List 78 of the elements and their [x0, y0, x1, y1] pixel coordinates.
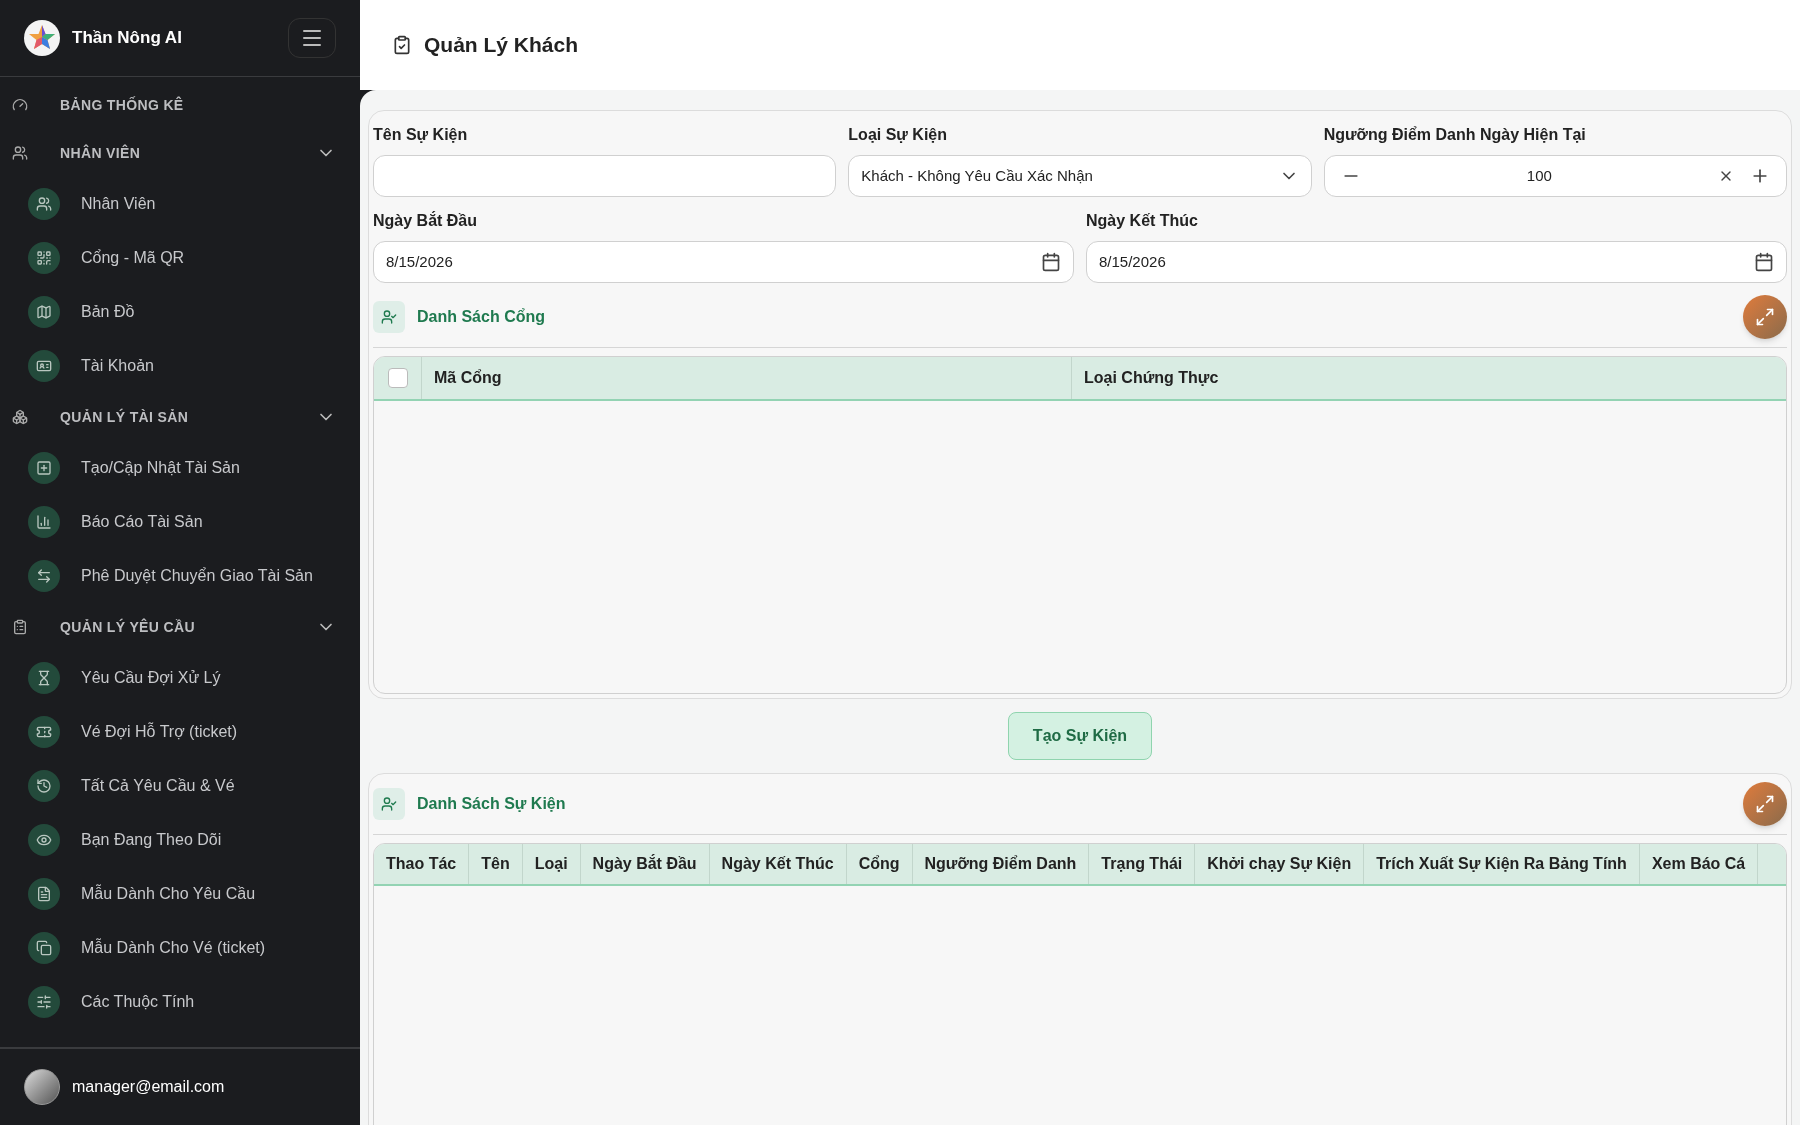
panel-title: Danh Sách Sự Kiện: [417, 794, 566, 814]
panel-title: Danh Sách Cổng: [417, 307, 545, 327]
page-title: Quản Lý Khách: [424, 32, 579, 59]
calendar-icon: [1041, 252, 1061, 272]
user-email: manager@email.com: [72, 1077, 225, 1097]
menu-item[interactable]: Bạn Đang Theo Dõi: [0, 813, 360, 867]
user-avatar: [24, 1069, 60, 1105]
column-header: Ngày Bắt Đầu: [580, 844, 710, 884]
section-header[interactable]: QUẢN LÝ TÀI SẢN: [0, 393, 360, 441]
history-icon: [28, 770, 60, 802]
field-label: Loại Sự Kiện: [848, 125, 949, 145]
column-header: Tên: [469, 844, 523, 884]
menu-item[interactable]: Nhân Viên: [0, 177, 360, 231]
expand-icon: [1755, 794, 1775, 814]
column-header: Trích Xuất Sự Kiện Ra Bảng Tính: [1364, 844, 1640, 884]
plus-square-icon: [28, 452, 60, 484]
section-header[interactable]: NHÂN VIÊN: [0, 129, 360, 177]
field-label: Ngưỡng Điểm Danh Ngày Hiện Tại: [1323, 125, 1587, 145]
event-name-field[interactable]: [373, 155, 837, 197]
clipboard-icon: [392, 35, 412, 55]
bar-chart-icon: [28, 506, 60, 538]
copy-icon: [28, 932, 60, 964]
expand-button[interactable]: [1743, 295, 1787, 339]
expand-icon: [1755, 307, 1775, 327]
gauge-icon: [12, 97, 28, 113]
person-check-icon: [373, 788, 405, 820]
menu-button[interactable]: [288, 18, 336, 58]
people-icon: [28, 188, 60, 220]
menu-item[interactable]: Vé Đợi Hỗ Trợ (ticket): [0, 705, 360, 759]
menu-item[interactable]: Các Thuộc Tính: [0, 975, 360, 1029]
column-header: Mã Cổng: [422, 357, 1072, 399]
column-header: Trạng Thái: [1089, 844, 1196, 884]
menu-item[interactable]: Tạo/Cập Nhật Tài Sản: [0, 441, 360, 495]
field-label: Ngày Kết Thúc: [1086, 211, 1199, 231]
date-field[interactable]: 8/15/2026: [373, 241, 1074, 283]
menu-item[interactable]: Yêu Cầu Đợi Xử Lý: [0, 651, 360, 705]
map-icon: [28, 296, 60, 328]
column-header: Ngưỡng Điểm Danh: [912, 844, 1090, 884]
expand-button[interactable]: [1743, 782, 1787, 826]
logo-icon: [24, 20, 60, 56]
people-icon: [12, 145, 28, 161]
column-header: Xem Báo Cá: [1639, 844, 1759, 884]
qr-code-icon: [28, 242, 60, 274]
date-field[interactable]: 8/15/2026: [1086, 241, 1787, 283]
menu-item[interactable]: BẢNG THỐNG KÊ: [0, 81, 360, 129]
ticket-icon: [28, 716, 60, 748]
menu-item[interactable]: Tài Khoản: [0, 339, 360, 393]
field-label: Tên Sự Kiện: [373, 125, 469, 145]
eye-icon: [28, 824, 60, 856]
clipboard-icon: [12, 619, 28, 635]
field-label: Ngày Bắt Đầu: [373, 210, 479, 231]
threshold-value[interactable]: 100: [1360, 164, 1718, 188]
menu-item[interactable]: Cổng - Mã QR: [0, 231, 360, 285]
menu-item[interactable]: Mẫu Dành Cho Vé (ticket): [0, 921, 360, 975]
column-header: Khởi chạy Sự Kiện: [1195, 844, 1365, 884]
section-header[interactable]: QUẢN LÝ YÊU CẦU: [0, 603, 360, 651]
arrows-icon: [28, 560, 60, 592]
column-header: Thao Tác: [374, 844, 470, 884]
create-event-button[interactable]: Tạo Sự Kiện: [1007, 712, 1153, 760]
menu-item[interactable]: Phê Duyệt Chuyển Giao Tài Sản: [0, 549, 360, 603]
id-card-icon: [28, 350, 60, 382]
column-header: Ngày Kết Thúc: [709, 844, 847, 884]
person-check-icon: [373, 301, 405, 333]
column-header: Cổng: [846, 844, 913, 884]
document-icon: [28, 878, 60, 910]
event-type-dropdown[interactable]: Khách - Không Yêu Cầu Xác Nhận: [848, 155, 1312, 197]
column-header: Loại: [522, 844, 581, 884]
sliders-icon: [28, 986, 60, 1018]
column-header: Loại Chứng Thực: [1083, 368, 1220, 388]
boxes-icon: [12, 409, 28, 425]
menu-item[interactable]: Mẫu Dành Cho Yêu Cầu: [0, 867, 360, 921]
menu-item[interactable]: Tất Cả Yêu Cầu & Vé: [0, 759, 360, 813]
menu-item[interactable]: Bản Đồ: [0, 285, 360, 339]
brand-name: Thần Nông AI: [72, 27, 182, 50]
select-all-checkbox[interactable]: [387, 368, 408, 388]
menu-item[interactable]: Báo Cáo Tài Sản: [0, 495, 360, 549]
calendar-icon: [1754, 252, 1774, 272]
hourglass-icon: [28, 662, 60, 694]
